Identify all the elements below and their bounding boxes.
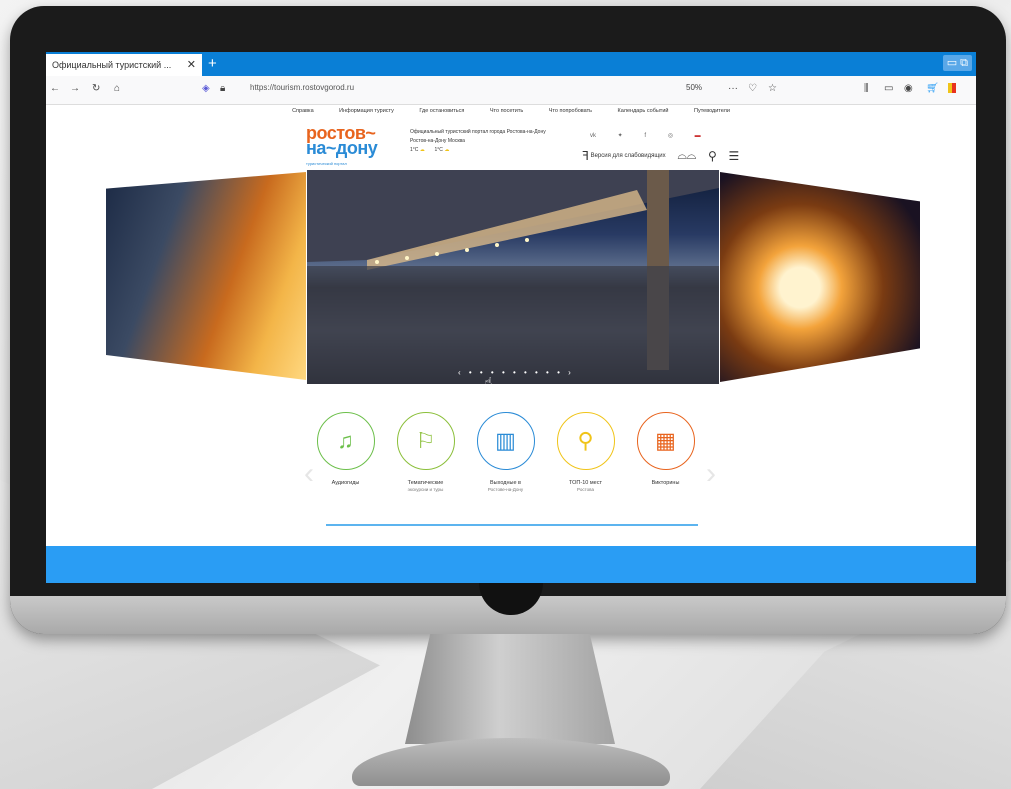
extension-icon[interactable] — [948, 83, 956, 93]
close-icon[interactable]: ✕ — [187, 54, 196, 76]
nav-item[interactable]: Где остановиться — [419, 108, 464, 114]
monitor-stand-base — [352, 738, 670, 786]
category-weekend[interactable]: ▥ Выходные в Ростове-на-Дону — [468, 412, 543, 492]
bridge-illustration — [307, 170, 719, 384]
nav-item[interactable]: Что попробовать — [549, 108, 592, 114]
accessibility-link[interactable]: Версия для слабовидящих — [591, 153, 666, 159]
facebook-icon[interactable]: f — [644, 133, 646, 139]
nav-item[interactable]: Что посетить — [490, 108, 523, 114]
category-audioguides[interactable]: ♫ Аудиогиды — [308, 412, 383, 487]
menu-icon[interactable]: ☰ — [728, 149, 739, 163]
category-label: Викторины — [651, 480, 680, 486]
top10-icon: ⚲ — [556, 412, 615, 470]
tab-bar: Официальный туристский ... ✕ + ▭ ⧉ — [46, 52, 976, 76]
reload-icon[interactable]: ↻ — [92, 83, 100, 94]
forward-icon[interactable]: → — [70, 83, 80, 94]
new-tab-button[interactable]: + — [208, 54, 217, 74]
nav-item[interactable]: Путеводители — [694, 108, 730, 114]
mouse-cursor-icon: ☝ — [484, 374, 493, 390]
lock-icon: 🔒︎ — [220, 83, 226, 94]
city-links[interactable]: Ростов-на-Дону Москва — [410, 137, 546, 146]
logo-line-2: на~дону — [306, 138, 378, 158]
shield-icon[interactable]: ◈ — [202, 83, 210, 94]
category-label: ТОП-10 мест — [569, 480, 602, 486]
site-logo[interactable]: ростов~ на~дону туристический портал — [306, 124, 378, 171]
header-info: Официальный туристский портал города Рос… — [410, 128, 546, 155]
monitor-stand-neck — [405, 634, 615, 744]
header-tools: ꟻ Версия для слабовидящих ⌓⌓ ⚲ ☰ — [572, 148, 739, 163]
twitter-icon[interactable]: ✦ — [618, 133, 623, 139]
social-links: vk ✦ f ◎ ▬ — [590, 132, 721, 139]
category-top10[interactable]: ⚲ ТОП-10 мест Ростова — [548, 412, 623, 492]
logo-subtitle: туристический портал — [306, 161, 347, 166]
tab-title: Официальный туристский ... — [52, 60, 172, 70]
page-actions-icon[interactable]: ··· — [728, 83, 738, 94]
audio-guide-icon: ♫ — [316, 412, 375, 470]
site-top-nav: Справка Информация туристу Где остановит… — [46, 108, 976, 114]
library-icon[interactable]: ⫼ — [864, 83, 869, 94]
category-sublabel: Ростове-на-Дону — [487, 487, 524, 492]
tours-icon: ⚐ — [396, 412, 455, 470]
slider-pagination[interactable]: ‹ • • • • • • • • • › — [458, 368, 574, 377]
language-flag-icon[interactable]: ▬ — [695, 133, 701, 139]
quiz-icon: ▦ — [636, 412, 695, 470]
sidebar-icon[interactable]: ▭ — [884, 83, 893, 94]
nav-item[interactable]: Справка — [292, 108, 314, 114]
nav-item[interactable]: Информация туристу — [339, 108, 394, 114]
zoom-level[interactable]: 50% — [686, 83, 702, 92]
cart-icon[interactable]: 🛒︎ — [926, 83, 939, 94]
category-themed-tours[interactable]: ⚐ Тематические экскурсии и туры — [388, 412, 463, 492]
categories-row: ♫ Аудиогиды ⚐ Тематические экскурсии и т… — [308, 412, 718, 512]
footer-bar — [46, 546, 976, 583]
pocket-icon[interactable]: ♡ — [748, 83, 757, 94]
slide-left-image[interactable] — [106, 172, 306, 380]
glasses-icon[interactable]: ⌓⌓ — [677, 148, 696, 162]
slide-right-image[interactable] — [720, 172, 920, 382]
category-label: Выходные в — [490, 480, 521, 486]
browser-screen: Официальный туристский ... ✕ + ▭ ⧉ ← → ↻… — [46, 52, 976, 583]
home-icon[interactable]: ⌂ — [114, 83, 120, 94]
back-icon[interactable]: ← — [50, 83, 60, 94]
accessibility-icon[interactable]: ꟻ — [582, 149, 589, 163]
category-label: Тематические — [407, 480, 444, 486]
nav-item[interactable]: Календарь событий — [618, 108, 669, 114]
window-controls[interactable]: ▭ ⧉ — [942, 55, 972, 71]
category-label: Аудиогиды — [331, 480, 360, 486]
portal-title: Официальный туристский портал города Рос… — [410, 129, 546, 135]
instagram-icon[interactable]: ◎ — [668, 133, 673, 139]
weather-icon: ☁ — [419, 147, 425, 153]
navigation-toolbar: ← → ↻ ⌂ ◈ 🔒︎ https://tourism.rostovgorod… — [46, 76, 976, 105]
account-icon[interactable]: ◉ — [904, 83, 913, 94]
section-divider — [326, 524, 698, 526]
bookmark-star-icon[interactable]: ☆ — [768, 83, 777, 94]
category-sublabel: Ростова — [577, 487, 594, 492]
vk-icon[interactable]: vk — [590, 133, 596, 139]
category-quizzes[interactable]: ▦ Викторины — [628, 412, 703, 487]
weekend-icon: ▥ — [476, 412, 535, 470]
url-field[interactable]: https://tourism.rostovgorod.ru — [250, 83, 354, 92]
browser-tab[interactable]: Официальный туристский ... ✕ — [46, 54, 202, 76]
temperature-1: 1°C — [410, 147, 419, 153]
weather-icon: ☁ — [444, 147, 450, 153]
category-sublabel: экскурсии и туры — [407, 487, 444, 492]
search-icon[interactable]: ⚲ — [708, 149, 717, 163]
temperature-2: 1°C — [434, 147, 443, 153]
